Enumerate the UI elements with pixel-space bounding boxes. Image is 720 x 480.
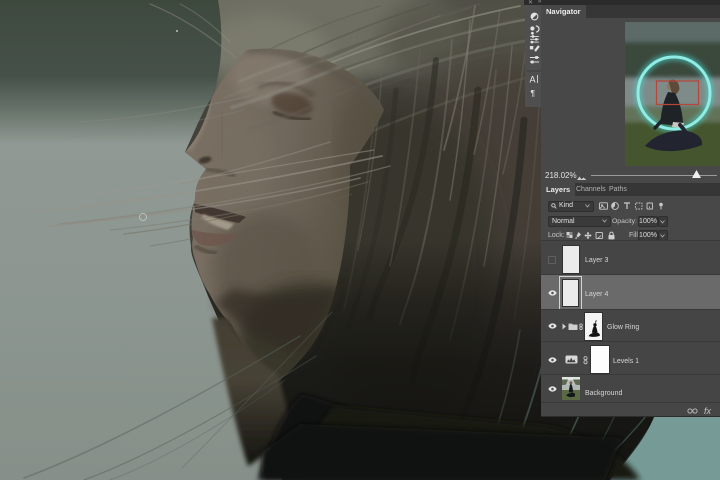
svg-text:¶: ¶ xyxy=(531,88,536,98)
svg-text:A: A xyxy=(530,75,536,85)
